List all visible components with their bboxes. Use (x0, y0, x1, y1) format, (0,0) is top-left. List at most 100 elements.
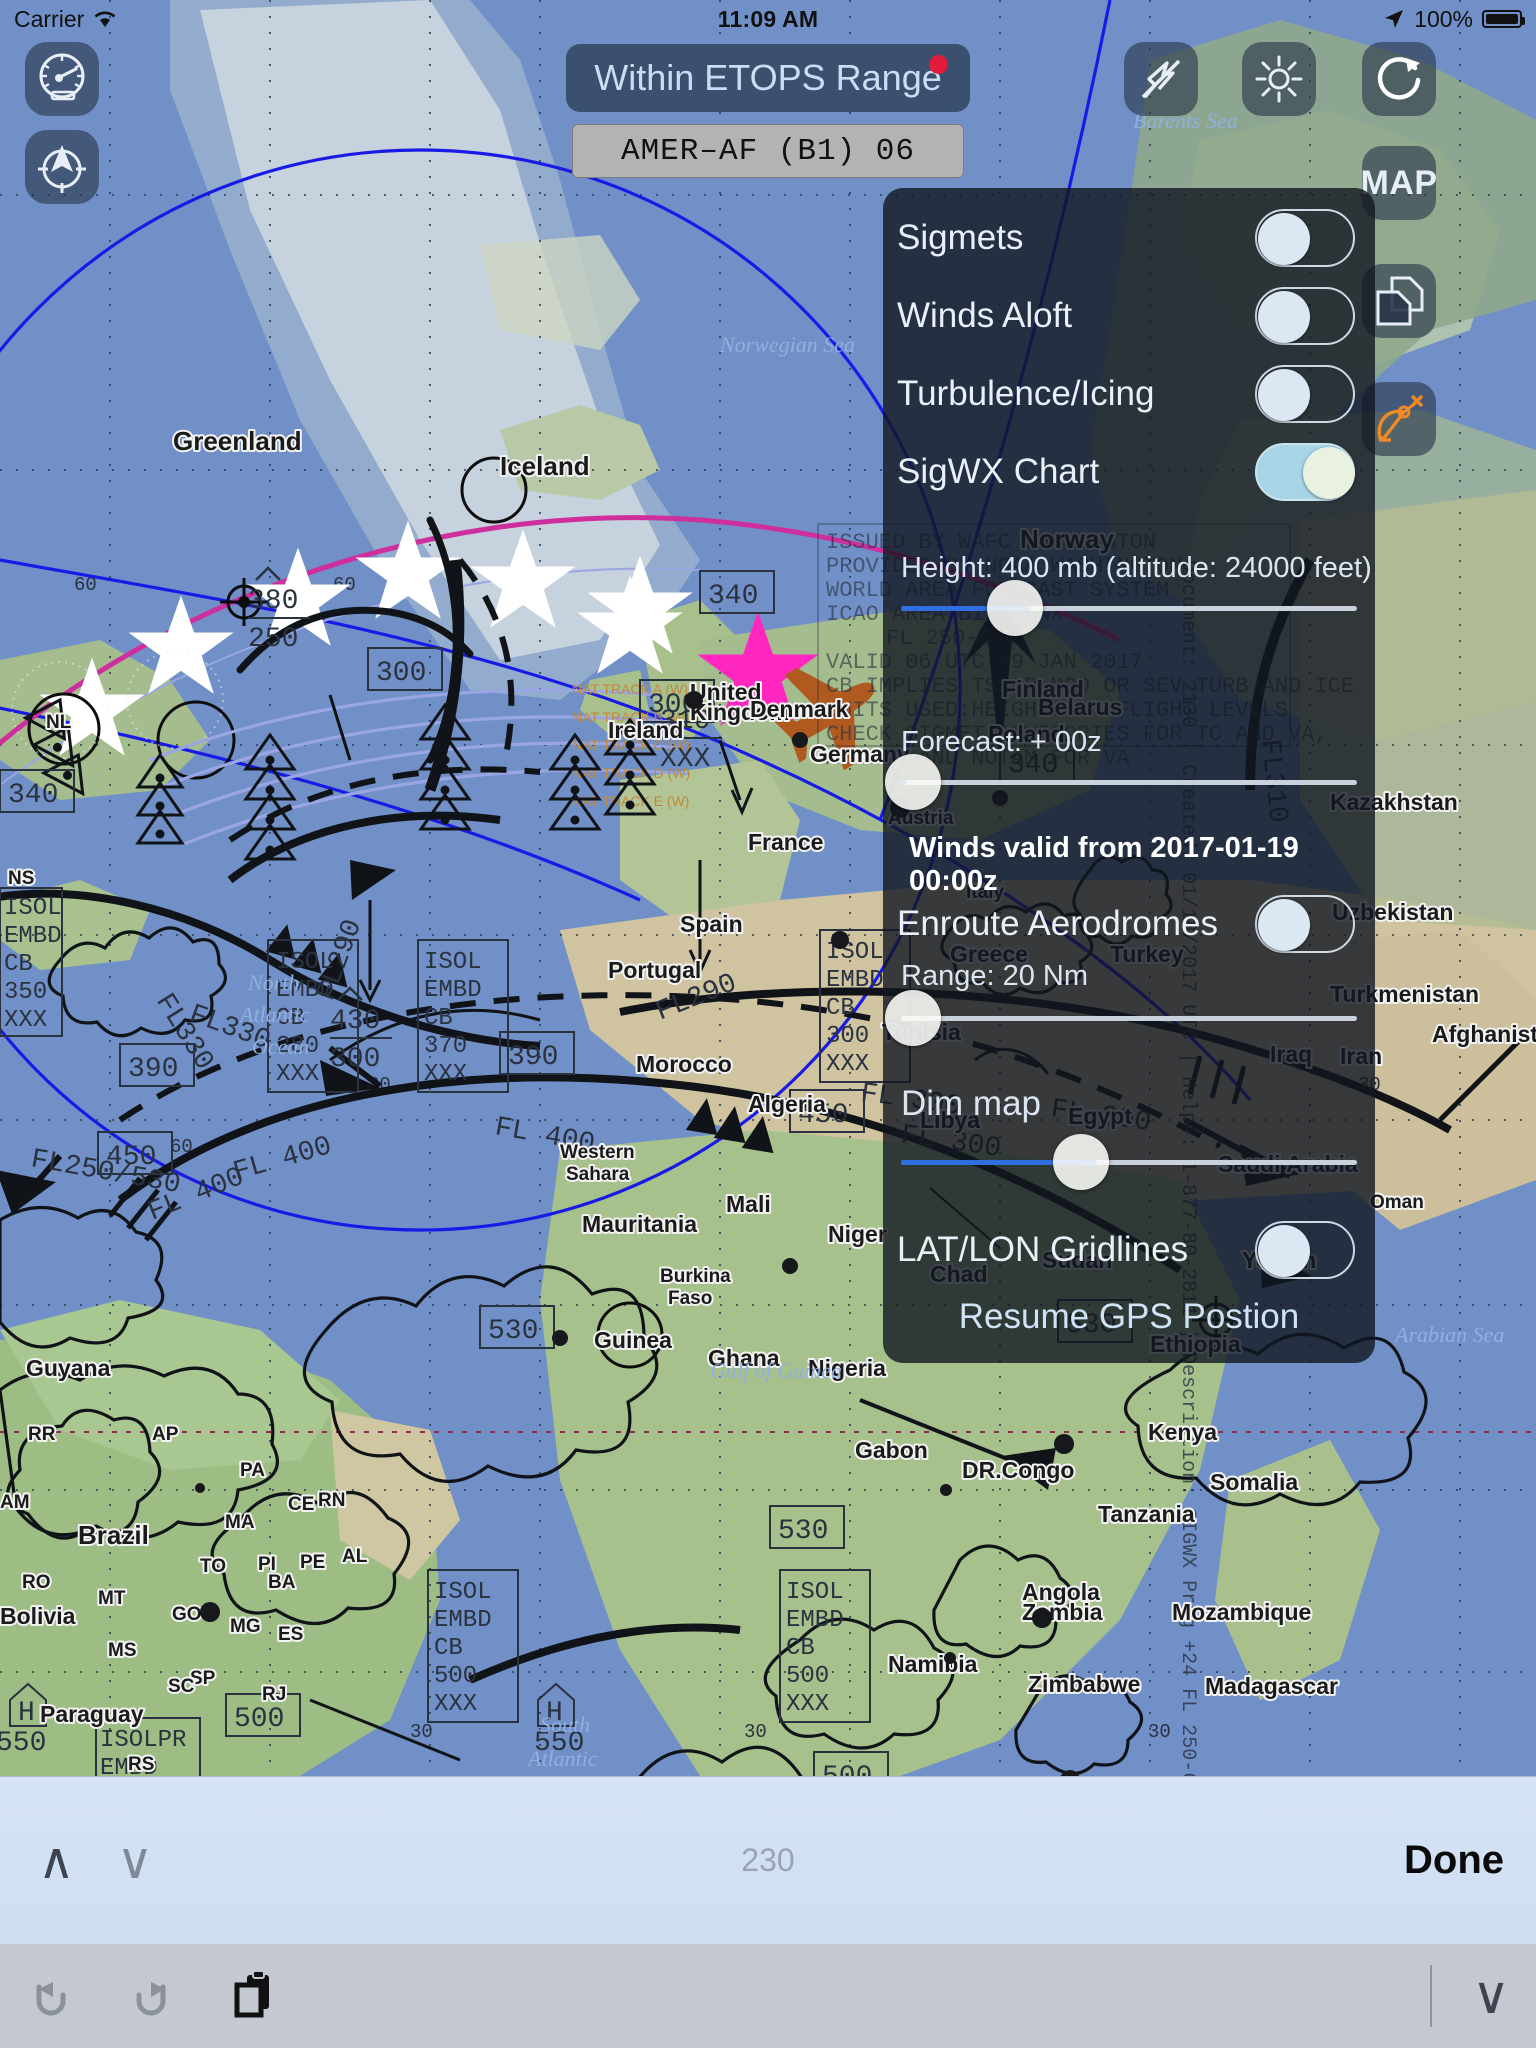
svg-text:Mozambique: Mozambique (1172, 1599, 1311, 1625)
svg-text:Morocco: Morocco (636, 1051, 732, 1077)
svg-text:EMBD: EMBD (4, 923, 62, 950)
svg-text:Ocean: Ocean (252, 1034, 309, 1059)
svg-text:Spain: Spain (680, 911, 743, 937)
svg-text:RN: RN (318, 1490, 345, 1511)
setting-row-sigwx-chart[interactable]: SigWX Chart (883, 436, 1375, 508)
svg-text:ISOL: ISOL (434, 1579, 492, 1606)
svg-text:340: 340 (8, 780, 58, 811)
svg-text:XXX: XXX (4, 1007, 47, 1034)
hide-keyboard-button[interactable]: ∨ (1472, 1970, 1510, 2022)
speed-gauge-button[interactable] (25, 42, 99, 116)
svg-text:Tanzania: Tanzania (1098, 1501, 1195, 1527)
svg-text:Brazil: Brazil (78, 1520, 149, 1550)
winds-aloft-toggle[interactable] (1255, 287, 1355, 345)
undo-button[interactable] (20, 1964, 84, 2028)
sun-icon (1255, 55, 1303, 103)
keyboard-accessory-bar: ∧ ∨ 230 Done (0, 1776, 1536, 1944)
gauge-icon (39, 53, 85, 101)
turbulence-icing-toggle[interactable] (1255, 365, 1355, 423)
sigwx-chart-label: SigWX Chart (897, 452, 1100, 491)
svg-text:390: 390 (128, 1054, 178, 1085)
setting-row-sigmets[interactable]: Sigmets (883, 202, 1375, 274)
forecast-slider-thumb[interactable] (885, 754, 941, 810)
route-name-text: AMER–AF (B1) 06 (620, 133, 916, 169)
svg-text:XXX: XXX (786, 1691, 829, 1718)
svg-text:Bolivia: Bolivia (0, 1603, 76, 1629)
satellite-dish-x-icon (1377, 394, 1424, 442)
weather-settings-panel[interactable]: Sigmets Winds Aloft Turbulence/Icing Sig… (883, 188, 1375, 1363)
svg-text:Kenya: Kenya (1148, 1419, 1217, 1445)
winds-aloft-label: Winds Aloft (897, 296, 1073, 335)
height-slider-track[interactable] (901, 606, 1357, 611)
etops-status-text: Within ETOPS Range (594, 57, 942, 98)
dim-map-slider-track[interactable] (901, 1160, 1357, 1165)
svg-text:Somalia: Somalia (1210, 1469, 1298, 1495)
sigmets-toggle[interactable] (1255, 209, 1355, 267)
svg-text:CB: CB (434, 1635, 463, 1662)
svg-text:300: 300 (376, 658, 426, 689)
enroute-aerodromes-label: Enroute Aerodromes (897, 904, 1219, 943)
setting-row-turbulence-icing[interactable]: Turbulence/Icing (883, 358, 1375, 430)
height-slider-label: Height: 400 mb (altitude: 24000 feet) (901, 552, 1372, 584)
refresh-button[interactable] (1362, 42, 1436, 116)
svg-text:XXX: XXX (434, 1691, 477, 1718)
latlon-gridlines-toggle[interactable] (1255, 1221, 1355, 1279)
range-slider-track[interactable] (901, 1016, 1357, 1021)
dim-map-label: Dim map (901, 1084, 1042, 1123)
svg-text:NS: NS (8, 868, 34, 889)
svg-text:Greenland: Greenland (173, 426, 302, 456)
lightning-slash-icon (1141, 59, 1181, 99)
undo-arrow-icon (36, 1982, 66, 2016)
toolbar-divider (1430, 1965, 1432, 2027)
sigwx-chart-toggle[interactable] (1255, 443, 1355, 501)
svg-text:TO: TO (200, 1556, 226, 1577)
done-button[interactable]: Done (1404, 1838, 1504, 1883)
setting-row-enroute-aerodromes[interactable]: Enroute Aerodromes (883, 888, 1375, 960)
forecast-slider-track[interactable] (901, 780, 1357, 785)
svg-text:EMBD: EMBD (826, 967, 884, 994)
resume-gps-button[interactable]: Resume GPS Postion (883, 1297, 1375, 1337)
svg-text:EMBD: EMBD (786, 1607, 844, 1634)
bottom-toolbar: ∨ (0, 1944, 1536, 2048)
setting-row-winds-aloft[interactable]: Winds Aloft (883, 280, 1375, 352)
range-slider-thumb[interactable] (885, 990, 941, 1046)
setting-row-latlon-gridlines[interactable]: LAT/LON Gridlines (883, 1214, 1375, 1286)
brightness-button[interactable] (1242, 42, 1316, 116)
svg-text:MS: MS (108, 1640, 137, 1661)
svg-text:ISOL: ISOL (786, 1579, 844, 1606)
dim-map-slider-thumb[interactable] (1053, 1134, 1109, 1190)
svg-text:430: 430 (330, 1006, 380, 1037)
compass-rose-icon (38, 145, 86, 193)
svg-text:Arabian Sea: Arabian Sea (1393, 1322, 1504, 1347)
no-weather-button[interactable] (1124, 42, 1198, 116)
svg-text:MA: MA (225, 1512, 255, 1533)
redo-button[interactable] (120, 1964, 184, 2028)
etops-status-banner[interactable]: Within ETOPS Range (566, 44, 970, 112)
height-slider-thumb[interactable] (987, 580, 1043, 636)
svg-text:500: 500 (434, 1663, 477, 1690)
svg-text:XXX: XXX (826, 1051, 869, 1078)
svg-text:ES: ES (278, 1624, 303, 1645)
svg-text:Faso: Faso (668, 1288, 712, 1309)
svg-text:Paraguay: Paraguay (40, 1701, 144, 1727)
svg-text:North: North (247, 970, 299, 995)
svg-text:500: 500 (786, 1663, 829, 1690)
paste-button[interactable] (224, 1964, 288, 2028)
svg-text:300: 300 (330, 1044, 380, 1075)
route-name-chip[interactable]: AMER–AF (B1) 06 (572, 124, 964, 178)
svg-text:250: 250 (248, 624, 298, 655)
svg-text:30: 30 (410, 1721, 433, 1743)
svg-text:500: 500 (234, 1704, 284, 1735)
svg-text:Namibia: Namibia (888, 1651, 978, 1677)
svg-text:RS: RS (128, 1754, 154, 1775)
svg-text:340: 340 (708, 581, 758, 612)
svg-text:AM: AM (0, 1492, 30, 1513)
compass-button[interactable] (25, 130, 99, 204)
svg-text:AL: AL (342, 1546, 368, 1567)
etops-status-dot (929, 55, 948, 74)
enroute-aerodromes-toggle[interactable] (1255, 895, 1355, 953)
svg-text:EMBD: EMBD (434, 1607, 492, 1634)
svg-text:30: 30 (1148, 1721, 1171, 1743)
svg-text:Oman: Oman (1370, 1192, 1424, 1213)
svg-text:Mali: Mali (726, 1191, 771, 1217)
